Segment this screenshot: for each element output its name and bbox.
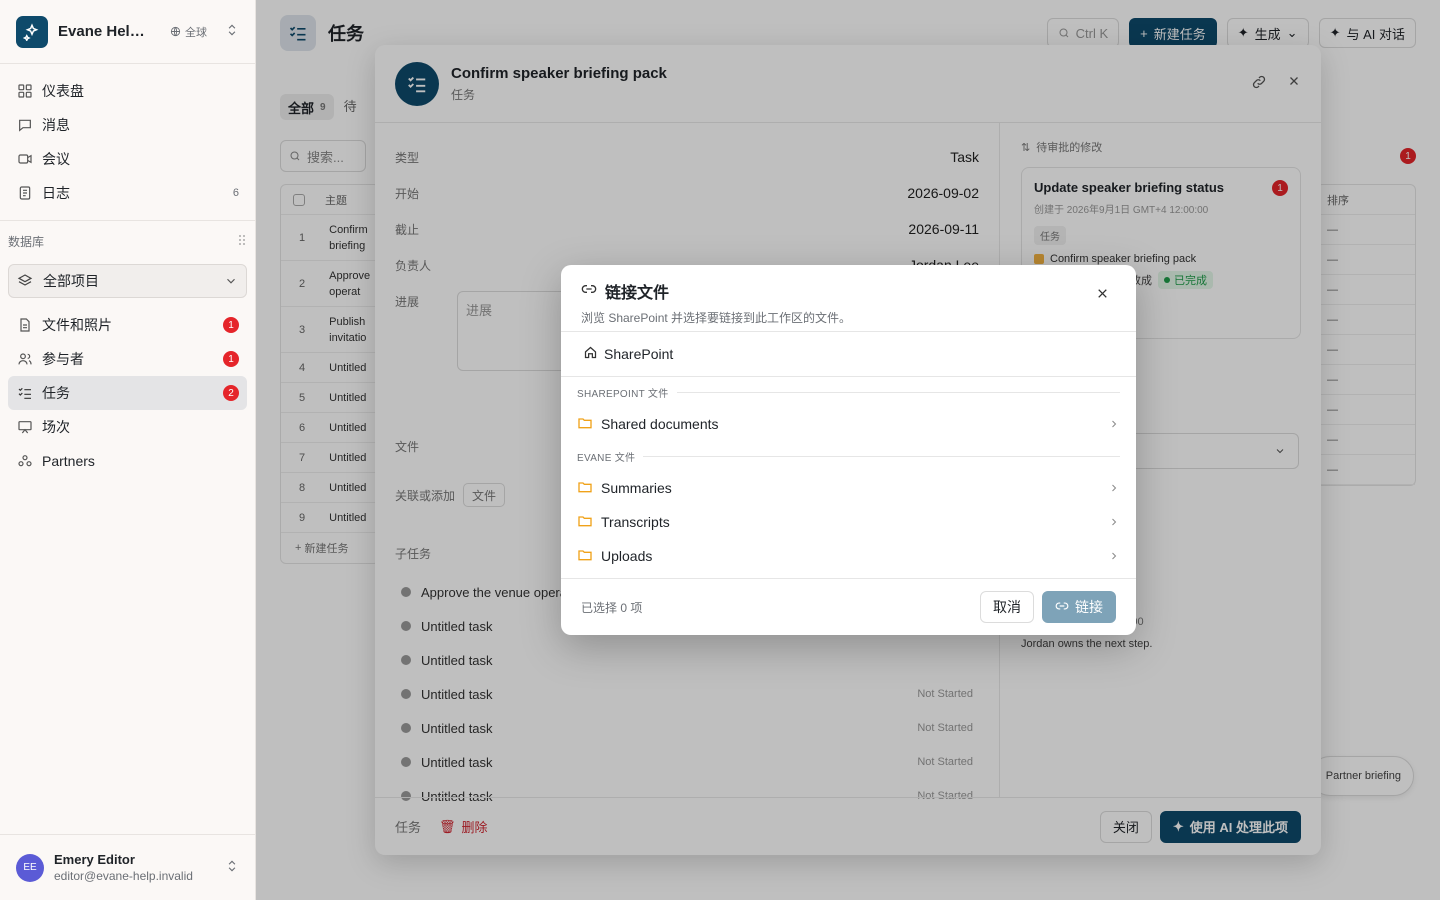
- sidebar-item-label: Partners: [42, 453, 95, 469]
- user-name: Emery Editor: [54, 852, 135, 867]
- database-nav: 文件和照片 1 参与者 1 任务 2 场次 Partners: [0, 304, 255, 488]
- sidebar-item-label: 任务: [42, 385, 70, 401]
- database-selector-value: 全部项目: [43, 273, 99, 289]
- sidebar-item-tasks[interactable]: 任务 2: [8, 376, 247, 410]
- sidebar-item-label: 文件和照片: [42, 317, 112, 333]
- user-email: editor@evane-help.invalid: [54, 869, 193, 883]
- chevrons-updown-icon[interactable]: [225, 23, 239, 40]
- home-icon: [583, 345, 598, 363]
- layers-icon: [17, 273, 35, 289]
- sidebar-item-label: 参与者: [42, 351, 84, 367]
- list-check-icon: [16, 384, 34, 402]
- video-icon: [16, 150, 34, 168]
- presentation-icon: [16, 418, 34, 436]
- chevron-right-icon: [1108, 550, 1120, 562]
- selected-count: 已选择 0 项: [581, 600, 643, 615]
- dialog-description: 浏览 SharePoint 并选择要链接到此工作区的文件。: [581, 311, 852, 325]
- folder-item[interactable]: Uploads: [561, 539, 1136, 573]
- dialog-header: 链接文件 浏览 SharePoint 并选择要链接到此工作区的文件。: [561, 265, 1136, 332]
- primary-nav: 仪表盘 消息 会议 日志 6: [0, 64, 255, 220]
- file-icon: [16, 316, 34, 334]
- nav-item-dashboard[interactable]: 仪表盘: [8, 74, 247, 108]
- dashboard-icon: [16, 82, 34, 100]
- cancel-button[interactable]: 取消: [980, 591, 1034, 623]
- users-icon: [16, 350, 34, 368]
- chevron-right-icon: [1108, 516, 1120, 528]
- workspace-header[interactable]: Evane Help Center 全球: [0, 0, 255, 64]
- chevron-right-icon: [1108, 482, 1120, 494]
- close-icon[interactable]: [1094, 285, 1110, 301]
- nav-item-messages[interactable]: 消息: [8, 108, 247, 142]
- nav-item-label: 会议: [42, 151, 70, 167]
- workspace-name: Evane Help Center: [58, 23, 152, 40]
- breadcrumb[interactable]: SharePoint: [561, 332, 1136, 377]
- log-icon: [16, 184, 34, 202]
- partners-icon: [16, 452, 34, 470]
- sidebar-item-sessions[interactable]: 场次: [8, 410, 247, 444]
- workspace-scope: 全球: [170, 24, 207, 40]
- drag-handle-icon[interactable]: [237, 234, 247, 249]
- breadcrumb-root: SharePoint: [604, 346, 674, 362]
- link-icon: [1055, 599, 1069, 616]
- nav-item-label: 消息: [42, 117, 70, 133]
- chevron-right-icon: [1108, 418, 1120, 430]
- group-label-evane: EVANE 文件: [561, 441, 1136, 471]
- link-file-dialog: 链接文件 浏览 SharePoint 并选择要链接到此工作区的文件。 Share…: [561, 265, 1136, 635]
- database-section-label: 数据库: [8, 235, 45, 249]
- sidebar-item-label: 场次: [42, 419, 70, 435]
- folder-item[interactable]: Transcripts: [561, 505, 1136, 539]
- nav-item-label: 日志: [42, 185, 70, 201]
- nav-item-meetings[interactable]: 会议: [8, 142, 247, 176]
- count-badge: 1: [223, 351, 239, 367]
- chevrons-updown-icon[interactable]: [225, 859, 239, 876]
- folder-icon: [577, 479, 593, 498]
- count-badge: 2: [223, 385, 239, 401]
- nav-item-label: 仪表盘: [42, 83, 84, 99]
- nav-item-log[interactable]: 日志 6: [8, 176, 247, 210]
- group-label-sharepoint: SHAREPOINT 文件: [561, 377, 1136, 407]
- sidebar: Evane Help Center 全球 仪表盘 消息 会议 日志 6 数据库: [0, 0, 256, 900]
- link-icon: [581, 281, 597, 302]
- message-icon: [16, 116, 34, 134]
- workspace-logo-icon: [16, 15, 48, 48]
- user-menu[interactable]: EE Emery Editor editor@evane-help.invali…: [0, 834, 255, 900]
- folder-icon: [577, 415, 593, 434]
- sidebar-item-participants[interactable]: 参与者 1: [8, 342, 247, 376]
- folder-item[interactable]: Shared documents: [561, 407, 1136, 441]
- dialog-title: 链接文件: [605, 285, 670, 302]
- sidebar-item-partners[interactable]: Partners: [8, 444, 247, 478]
- log-count: 6: [232, 187, 239, 199]
- database-selector[interactable]: 全部项目: [8, 264, 247, 298]
- database-section-header: 数据库: [0, 221, 255, 260]
- folder-icon: [577, 513, 593, 532]
- count-badge: 1: [223, 317, 239, 333]
- folder-item[interactable]: Summaries: [561, 471, 1136, 505]
- chevron-down-icon: [224, 274, 238, 288]
- globe-icon: [170, 26, 181, 37]
- sidebar-item-files[interactable]: 文件和照片 1: [8, 308, 247, 342]
- avatar: EE: [16, 853, 44, 882]
- folder-icon: [577, 547, 593, 566]
- user-info: Emery Editor editor@evane-help.invalid: [54, 852, 193, 883]
- link-button[interactable]: 链接: [1042, 591, 1116, 623]
- dialog-footer: 已选择 0 项 取消 链接: [561, 578, 1136, 635]
